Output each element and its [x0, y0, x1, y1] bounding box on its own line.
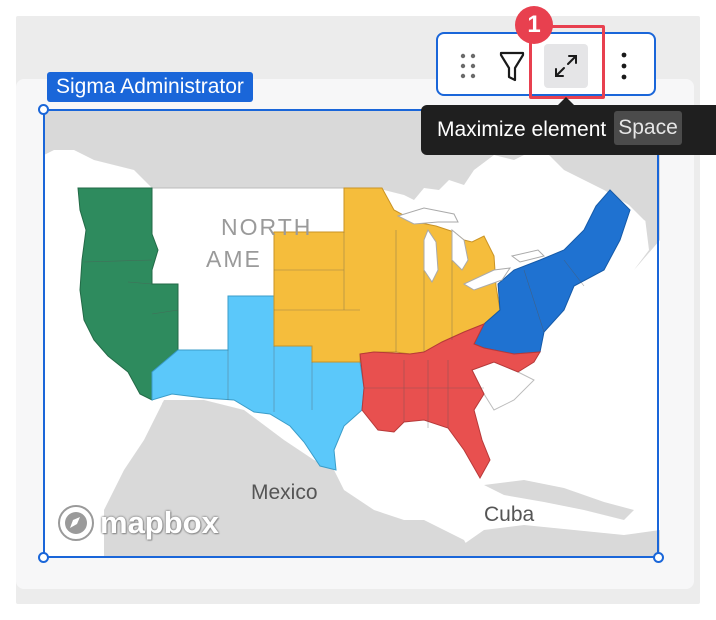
more-options-button[interactable] [602, 44, 646, 88]
land-us-carolina [471, 361, 535, 411]
mapbox-logo-icon [58, 505, 94, 541]
tooltip-shortcut-key: Space [614, 111, 682, 146]
land-lower [444, 525, 660, 558]
drag-handle-button[interactable] [446, 44, 490, 88]
map-svg[interactable] [44, 110, 660, 558]
map-label-mexico: Mexico [251, 481, 318, 504]
filter-icon [499, 51, 525, 82]
tutorial-step-badge: 1 [515, 6, 553, 44]
map-label-cuba: Cuba [484, 503, 535, 526]
mapbox-wordmark: mapbox [100, 505, 219, 540]
map-label-continent: NORTH [221, 214, 313, 240]
more-vertical-icon [621, 52, 627, 80]
drag-handle-icon [460, 53, 476, 79]
resize-handle-bottom-left[interactable] [38, 552, 49, 563]
maximize-tooltip: Maximize element Space [421, 105, 716, 155]
tooltip-arrow [558, 97, 574, 105]
collaborator-label: Sigma Administrator [47, 72, 253, 102]
resize-handle-top-left[interactable] [38, 104, 49, 115]
resize-handle-bottom-right[interactable] [653, 552, 664, 563]
filter-button[interactable] [490, 44, 534, 88]
map-label-continent-2: AME [206, 246, 262, 272]
tooltip-label: Maximize element [437, 118, 607, 141]
map-element[interactable] [44, 110, 660, 558]
